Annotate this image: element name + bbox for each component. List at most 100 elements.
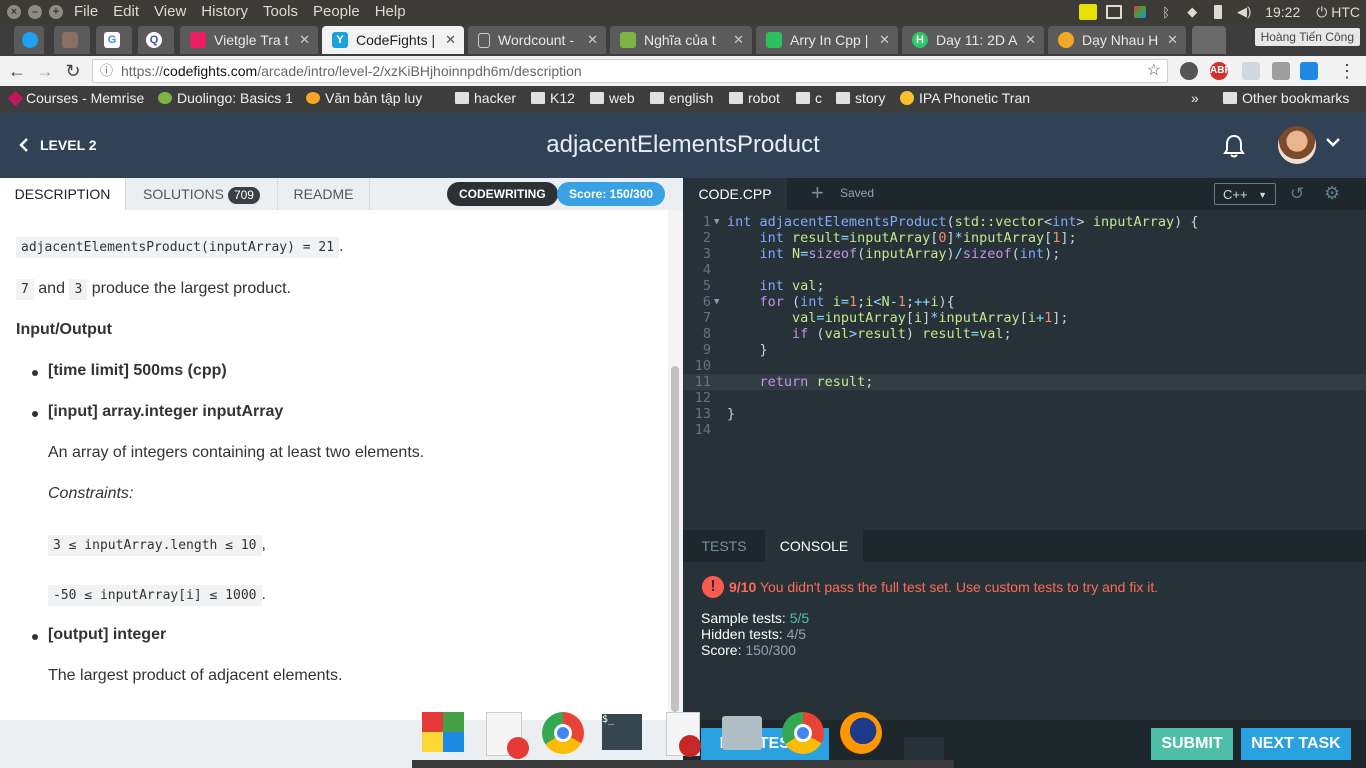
browser-menu-icon[interactable]: ⋮ — [1336, 60, 1358, 82]
reset-icon[interactable]: ↺ — [1290, 184, 1304, 204]
tab-close-icon[interactable]: ✕ — [587, 32, 598, 48]
tab-wordcount[interactable]: Wordcount - ✕ — [468, 26, 606, 54]
menu-tools[interactable]: Tools — [263, 3, 298, 20]
bookmark-folder-c[interactable]: c — [796, 90, 822, 106]
address-bar[interactable]: ⓘ https://codefights.com/arcade/intro/le… — [92, 59, 1168, 83]
codefights-icon: Y — [332, 32, 348, 48]
adblock-icon[interactable]: ABP — [1210, 62, 1231, 80]
back-arrow-icon[interactable]: ← — [6, 60, 28, 82]
clock[interactable]: 19:22 — [1257, 4, 1308, 20]
reload-icon[interactable]: ↻ — [62, 60, 84, 82]
os-top-bar: × – + File Edit View History Tools Peopl… — [0, 0, 1366, 24]
menu-file[interactable]: File — [74, 3, 98, 20]
menu-view[interactable]: View — [154, 3, 186, 20]
tab-day-nhau[interactable]: Dạy Nhau H ✕ — [1048, 26, 1186, 54]
tab-description[interactable]: DESCRIPTION — [0, 178, 126, 210]
terminal-icon[interactable]: $_ — [602, 714, 642, 750]
description-scrollbar[interactable] — [668, 210, 683, 720]
scrollbar-thumb[interactable] — [671, 366, 679, 712]
fold-arrow-icon[interactable]: ▼ — [714, 214, 719, 230]
tab-nghia[interactable]: Nghĩa của t ✕ — [610, 26, 752, 54]
bookmark-folder-hacker[interactable]: hacker — [455, 90, 516, 106]
display-icon[interactable] — [1101, 0, 1127, 24]
bluetooth-icon[interactable]: ᛒ — [1153, 0, 1179, 24]
text-editor-icon[interactable] — [486, 712, 529, 759]
bookmark-duolingo[interactable]: Duolingo: Basics 1 — [158, 90, 293, 106]
extension-face-icon[interactable] — [1272, 62, 1290, 80]
menu-history[interactable]: History — [201, 3, 248, 20]
bookmarks-overflow[interactable]: » — [1191, 90, 1199, 106]
tab-vietgle[interactable]: Vietgle Tra t ✕ — [180, 26, 318, 54]
tab-label: Arry In Cpp | — [790, 32, 869, 48]
menu-help[interactable]: Help — [375, 3, 406, 20]
tab-arry-in-cpp[interactable]: Arry In Cpp | ✕ — [756, 26, 898, 54]
next-task-button[interactable]: NEXT TASK — [1241, 728, 1351, 760]
language-select[interactable]: C++ ▼ — [1214, 183, 1276, 205]
constraint-length-code: 3 ≤ inputArray.length ≤ 10 — [48, 535, 262, 556]
pinned-tab-tools[interactable] — [54, 26, 90, 54]
power-user[interactable]: ⏻ HTC — [1308, 4, 1366, 21]
bookmark-star-icon[interactable]: ☆ — [1147, 60, 1161, 82]
code-line: 2 int result=inputArray[0]*inputArray[1]… — [702, 230, 1077, 246]
pinned-tab-google[interactable]: G — [96, 26, 132, 54]
files-folder-icon[interactable] — [722, 716, 762, 750]
pinned-tab-quora[interactable]: Q — [138, 26, 174, 54]
bookmark-van-ban[interactable]: Văn bản tập luy — [306, 90, 422, 106]
bookmark-folder-web[interactable]: web — [590, 90, 635, 106]
tab-tests[interactable]: TESTS — [683, 530, 765, 562]
bookmark-ipa[interactable]: IPA Phonetic Tran — [900, 90, 1030, 106]
submit-button[interactable]: SUBMIT — [1151, 728, 1233, 760]
tab-solutions[interactable]: SOLUTIONS 709 — [126, 178, 278, 210]
profile-name[interactable]: Hoàng Tiến Công — [1254, 28, 1360, 46]
tab-readme[interactable]: README — [278, 178, 370, 210]
new-tab-button[interactable] — [1192, 26, 1226, 54]
chrome-icon-second[interactable] — [782, 712, 824, 754]
notes-icon[interactable] — [1075, 0, 1101, 24]
add-file-icon[interactable]: + — [811, 182, 824, 204]
bookmark-label: robot — [748, 90, 780, 106]
fold-arrow-icon[interactable]: ▼ — [714, 294, 719, 310]
chrome-icon[interactable] — [542, 712, 584, 754]
window-maximize-icon[interactable]: + — [49, 5, 63, 19]
code-editor[interactable]: 1 ▼ int adjacentElementsProduct(std::vecto… — [683, 212, 1366, 530]
tab-close-icon[interactable]: ✕ — [1025, 32, 1036, 48]
bookmark-memrise[interactable]: Courses - Memrise — [7, 90, 144, 106]
bookmark-folder-k12[interactable]: K12 — [531, 90, 575, 106]
tab-close-icon[interactable]: ✕ — [1167, 32, 1178, 48]
other-bookmarks[interactable]: Other bookmarks — [1223, 90, 1349, 106]
tab-codefights[interactable]: Y CodeFights | ✕ — [322, 26, 464, 54]
app-grid-icon[interactable] — [422, 712, 464, 752]
notification-bell-icon[interactable] — [1222, 133, 1246, 159]
info-icon[interactable]: ⓘ — [100, 60, 113, 82]
window-minimize-icon[interactable]: – — [28, 5, 42, 19]
tab-close-icon[interactable]: ✕ — [299, 32, 310, 48]
tab-close-icon[interactable]: ✕ — [445, 32, 456, 48]
tab-day11[interactable]: H Day 11: 2D A ✕ — [902, 26, 1044, 54]
window-close-icon[interactable]: × — [7, 5, 21, 19]
analytics-icon[interactable] — [1242, 62, 1260, 80]
bookmark-folder-english[interactable]: english — [650, 90, 713, 106]
document-viewer-icon[interactable] — [666, 712, 701, 757]
firefox-icon[interactable] — [840, 712, 882, 754]
avatar[interactable] — [1278, 126, 1316, 164]
tab-console[interactable]: CONSOLE — [765, 530, 863, 562]
gear-icon[interactable]: ⚙ — [1324, 183, 1340, 204]
pocket-icon[interactable] — [1300, 62, 1318, 80]
forward-arrow-icon[interactable]: → — [34, 60, 56, 82]
extension-icon[interactable] — [1180, 62, 1198, 80]
bookmark-folder-story[interactable]: story — [836, 90, 885, 106]
tab-close-icon[interactable]: ✕ — [733, 32, 744, 48]
menu-edit[interactable]: Edit — [113, 3, 139, 20]
color-picker-icon[interactable] — [1127, 0, 1153, 24]
evernote-icon — [766, 32, 782, 48]
explain-and: and — [38, 280, 65, 297]
notification-bell-icon[interactable]: ◆ — [1179, 0, 1205, 24]
menu-people[interactable]: People — [313, 3, 360, 20]
battery-icon[interactable] — [1205, 0, 1231, 24]
volume-icon[interactable]: ◀) — [1231, 0, 1257, 24]
bookmark-folder-robot[interactable]: robot — [729, 90, 780, 106]
pinned-tab-safari[interactable] — [14, 26, 44, 54]
tab-code-cpp[interactable]: CODE.CPP — [683, 178, 787, 210]
chevron-down-icon[interactable] — [1325, 135, 1341, 153]
tab-close-icon[interactable]: ✕ — [879, 32, 890, 48]
